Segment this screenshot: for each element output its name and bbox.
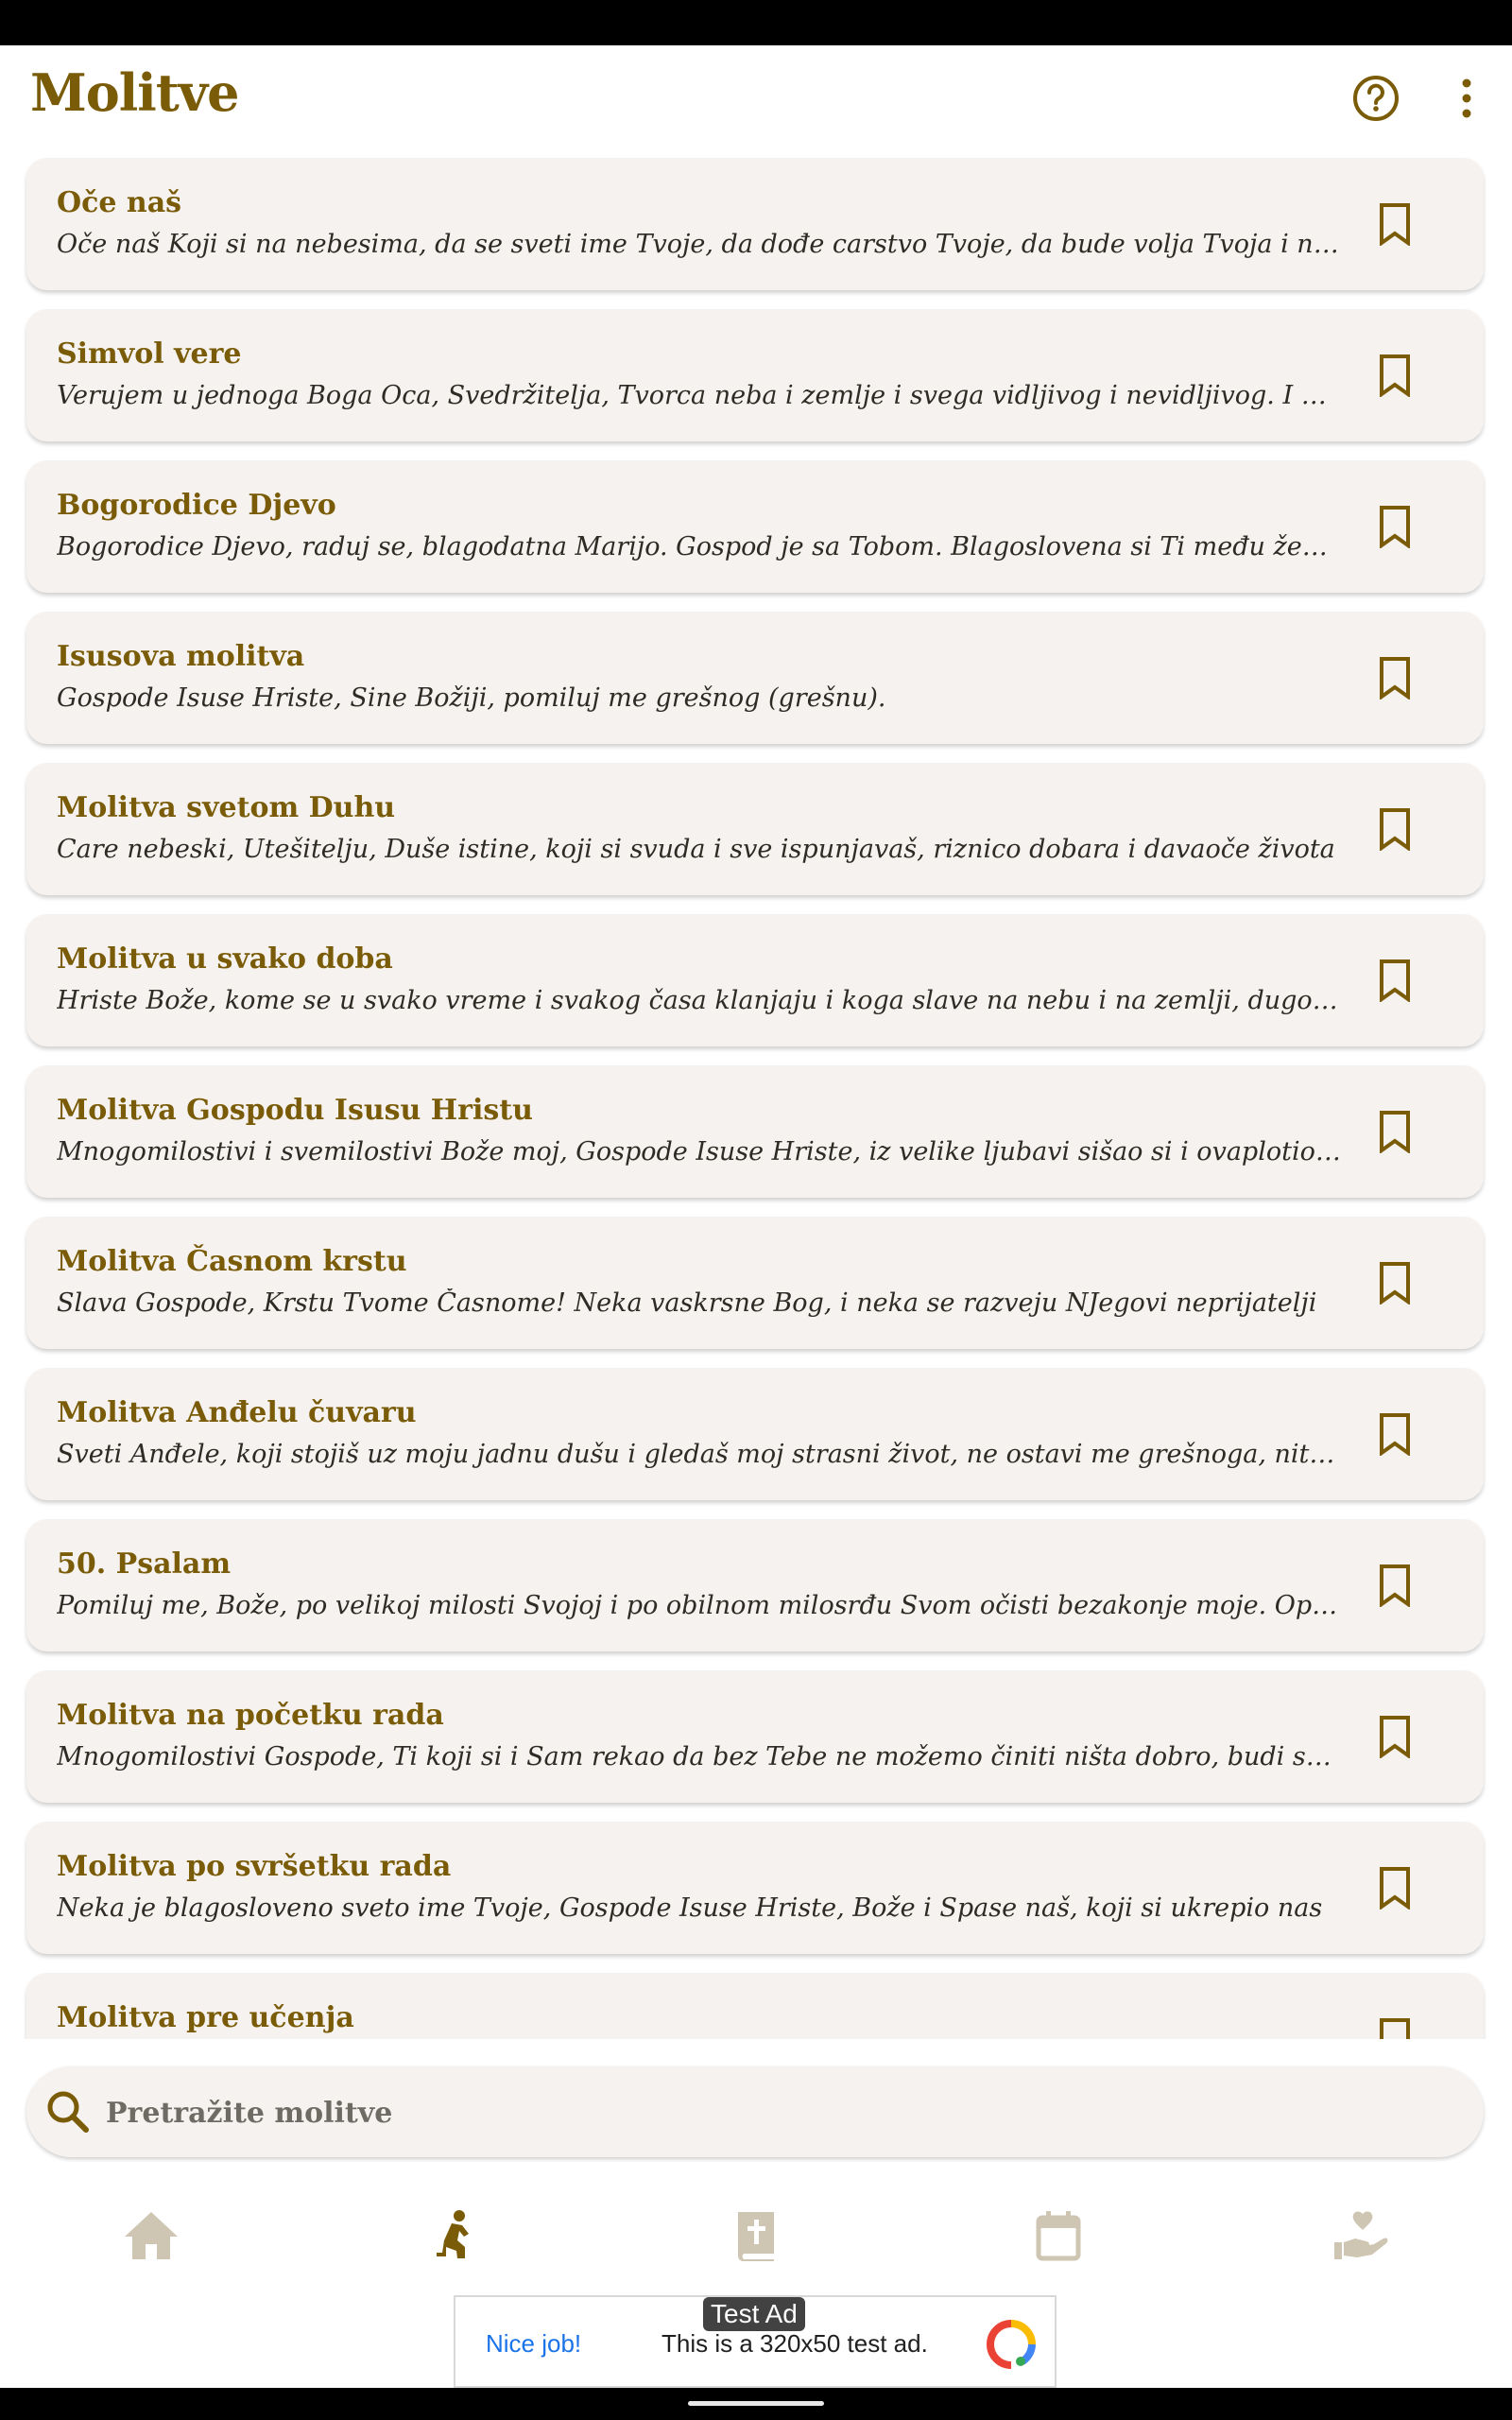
ad-nice-text: Nice job! [486,2329,582,2358]
bookmark-button[interactable] [1366,196,1423,252]
prayer-title: 50. Psalam [57,1547,232,1581]
prayer-title: Molitva po svršetku rada [57,1850,452,1883]
prayer-preview: Slava Gospode, Krstu Tvome Časnome! Neka… [57,1288,1317,1318]
page-title: Molitve [30,62,239,123]
prayer-title: Molitva pre učenja [57,2001,354,2034]
praying-person-icon [437,2210,469,2258]
prayer-preview: Care nebeski, Utešitelju, Duše istine, k… [57,835,1335,864]
nav-bible[interactable] [718,2203,794,2269]
prayer-title: Isusova molitva [57,640,305,673]
bookmark-icon [1380,1413,1410,1456]
prayer-title: Molitva na početku rada [57,1699,444,1732]
help-button[interactable] [1346,68,1406,129]
prayer-preview: Verujem u jednoga Boga Oca, Svedržitelja… [57,381,1342,410]
bookmark-icon [1380,1716,1410,1758]
prayer-card[interactable]: Molitva po svršetku rada Neka je blagosl… [26,1822,1484,1954]
prayer-preview: Sveti Anđele, koji stojiš uz moju jadnu … [57,1440,1342,1469]
calendar-icon [1036,2211,1081,2261]
bookmark-icon [1380,1111,1410,1153]
prayer-preview: Pomiluj me, Bože, po velikoj milosti Svo… [57,1591,1342,1620]
system-navigation-bar [0,2388,1512,2420]
bookmark-button[interactable] [1366,801,1423,857]
prayer-card[interactable]: Molitva u svako doba Hriste Bože, kome s… [26,914,1484,1046]
status-bar [0,0,1512,45]
prayer-preview: Gospode Isuse Hriste, Sine Božiji, pomil… [57,683,886,713]
bookmark-button[interactable] [1366,498,1423,555]
prayer-title: Molitva Anđelu čuvaru [57,1396,417,1429]
bookmark-icon [1380,2018,1410,2039]
prayer-card[interactable]: Simvol vere Verujem u jednoga Boga Oca, … [26,309,1484,441]
prayer-title: Simvol vere [57,337,242,371]
prayer-preview: Neka je blagosloveno sveto ime Tvoje, Go… [57,1893,1323,1923]
prayer-title: Oče naš [57,186,182,219]
prayer-card[interactable]: Bogorodice Djevo Bogorodice Djevo, raduj… [26,460,1484,593]
prayer-title: Molitva Gospodu Isusu Hristu [57,1094,533,1127]
nav-calendar[interactable] [1021,2203,1096,2269]
prayer-card[interactable]: Molitva Časnom krstu Slava Gospode, Krst… [26,1217,1484,1349]
prayer-card[interactable]: Molitva Gospodu Isusu Hristu Mnogomilost… [26,1065,1484,1198]
nav-charity[interactable] [1323,2203,1399,2269]
prayer-card[interactable]: Molitva pre učenja [26,1973,1484,2039]
more-vertical-icon [1462,78,1471,118]
prayer-title: Molitva u svako doba [57,942,393,976]
app-header: Molitve [0,45,1512,151]
search-bar[interactable] [26,2066,1484,2157]
prayer-card[interactable]: Isusova molitva Gospode Isuse Hriste, Si… [26,612,1484,744]
bookmark-button[interactable] [1366,952,1423,1009]
ad-body-text: This is a 320x50 test ad. [662,2329,928,2358]
test-ad-label: Test Ad [703,2297,805,2331]
bookmark-icon [1380,1262,1410,1305]
prayer-title: Molitva svetom Duhu [57,791,396,824]
bookmark-button[interactable] [1366,1708,1423,1765]
prayer-card[interactable]: Oče naš Oče naš Koji si na nebesima, da … [26,158,1484,290]
bookmark-icon [1380,1867,1410,1910]
prayer-preview: Mnogomilostivi i svemilostivi Bože moj, … [57,1137,1342,1167]
prayer-card[interactable]: Molitva Anđelu čuvaru Sveti Anđele, koji… [26,1368,1484,1500]
bible-book-icon [737,2212,774,2261]
prayer-card[interactable]: Molitva na početku rada Mnogomilostivi G… [26,1670,1484,1803]
bottom-navigation [0,2174,1512,2297]
help-circle-icon [1353,76,1399,121]
prayer-card[interactable]: 50. Psalam Pomiluj me, Bože, po velikoj … [26,1519,1484,1651]
prayer-title: Bogorodice Djevo [57,489,336,522]
prayer-list[interactable]: Oče naš Oče naš Koji si na nebesima, da … [0,156,1512,2039]
bookmark-button[interactable] [1366,1103,1423,1160]
bookmark-icon [1380,657,1410,700]
prayer-title: Molitva Časnom krstu [57,1245,407,1278]
prayer-preview: Oče naš Koji si na nebesima, da se sveti… [57,230,1342,259]
bookmark-icon [1380,959,1410,1002]
prayer-preview: Bogorodice Djevo, raduj se, blagodatna M… [57,532,1342,562]
prayer-preview: Mnogomilostivi Gospode, Ti koji si i Sam… [57,1742,1342,1772]
home-icon [125,2212,178,2259]
search-input[interactable] [104,2083,1431,2142]
bookmark-button[interactable] [1366,1859,1423,1916]
bookmark-button[interactable] [1366,1406,1423,1462]
search-icon [47,2091,89,2133]
nav-prayers[interactable] [416,2203,491,2269]
bookmark-button[interactable] [1366,649,1423,706]
prayer-card[interactable]: Molitva svetom Duhu Care nebeski, Utešit… [26,763,1484,895]
ad-logo-icon [987,2320,1036,2369]
nav-home[interactable] [113,2203,189,2269]
bookmark-button[interactable] [1366,1254,1423,1311]
more-options-button[interactable] [1436,68,1497,129]
bookmark-button[interactable] [1366,1557,1423,1614]
prayer-preview: Hriste Bože, kome se u svako vreme i sva… [57,986,1342,1015]
home-indicator[interactable] [688,2401,824,2406]
bookmark-icon [1380,354,1410,397]
bookmark-icon [1380,506,1410,548]
hand-heart-icon [1334,2211,1388,2259]
bookmark-button[interactable] [1366,347,1423,404]
bookmark-icon [1380,808,1410,851]
bookmark-button[interactable] [1366,2011,1423,2039]
bookmark-icon [1380,1564,1410,1607]
bookmark-icon [1380,203,1410,246]
